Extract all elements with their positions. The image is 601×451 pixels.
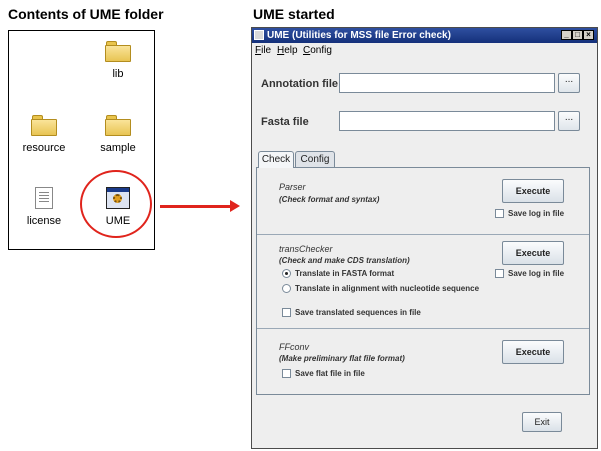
arrow-line bbox=[160, 205, 230, 208]
ffconv-execute-button[interactable]: Execute bbox=[502, 340, 564, 364]
highlight-circle bbox=[80, 170, 152, 238]
file-label: lib bbox=[112, 68, 124, 80]
menu-help[interactable]: Help bbox=[277, 45, 298, 56]
annotation-browse-button[interactable]: ... bbox=[558, 73, 580, 93]
parser-desc: (Check format and syntax) bbox=[279, 195, 380, 204]
file-item-lib[interactable]: lib bbox=[83, 41, 153, 80]
folder-contents-heading: Contents of UME folder bbox=[8, 6, 164, 22]
fasta-browse-button[interactable]: ... bbox=[558, 111, 580, 131]
folder-icon bbox=[105, 41, 131, 62]
folder-icon bbox=[31, 115, 57, 136]
file-label: resource bbox=[22, 142, 66, 154]
ffconv-title: FFconv bbox=[279, 342, 310, 352]
ffconv-desc: (Make preliminary flat file format) bbox=[279, 354, 405, 363]
file-item-license[interactable]: license bbox=[9, 187, 79, 227]
ume-window: UME (Utilities for MSS file Error check)… bbox=[251, 27, 598, 449]
folder-icon bbox=[105, 115, 131, 136]
fasta-file-input[interactable] bbox=[339, 111, 555, 131]
menu-config[interactable]: Config bbox=[303, 45, 332, 56]
save-translated-checkbox[interactable] bbox=[282, 308, 291, 317]
parser-save-log-label: Save log in file bbox=[508, 209, 565, 218]
save-translated-label: Save translated sequences in file bbox=[295, 308, 421, 317]
check-tab-panel: Parser (Check format and syntax) Execute… bbox=[256, 167, 590, 395]
section-divider bbox=[257, 328, 589, 329]
document-icon bbox=[35, 187, 53, 209]
translate-fasta-radio[interactable] bbox=[282, 269, 291, 278]
transchecker-execute-button[interactable]: Execute bbox=[502, 241, 564, 265]
maximize-button[interactable]: □ bbox=[572, 30, 583, 40]
menu-file[interactable]: File bbox=[255, 45, 271, 56]
file-item-sample[interactable]: sample bbox=[83, 115, 153, 154]
translate-fasta-label: Translate in FASTA format bbox=[295, 269, 395, 278]
parser-save-log-checkbox[interactable] bbox=[495, 209, 504, 218]
close-button[interactable]: × bbox=[583, 30, 594, 40]
file-label: sample bbox=[100, 142, 136, 154]
arrow-head-icon bbox=[230, 200, 240, 212]
app-icon bbox=[254, 30, 264, 40]
parser-execute-button[interactable]: Execute bbox=[502, 179, 564, 203]
parser-title: Parser bbox=[279, 182, 306, 192]
transchecker-desc: (Check and make CDS translation) bbox=[279, 256, 410, 265]
transchecker-save-log-label: Save log in file bbox=[508, 269, 565, 278]
section-divider bbox=[257, 234, 589, 235]
file-item-resource[interactable]: resource bbox=[9, 115, 79, 154]
title-bar[interactable]: UME (Utilities for MSS file Error check)… bbox=[252, 28, 597, 43]
file-label: license bbox=[26, 215, 62, 227]
menu-bar: File Help Config bbox=[252, 44, 597, 58]
minimize-button[interactable]: _ bbox=[561, 30, 572, 40]
transchecker-save-log-checkbox[interactable] bbox=[495, 269, 504, 278]
save-flat-label: Save flat file in file bbox=[295, 369, 365, 378]
ume-started-heading: UME started bbox=[253, 6, 335, 22]
save-flat-checkbox[interactable] bbox=[282, 369, 291, 378]
transchecker-title: transChecker bbox=[279, 244, 333, 254]
translate-alignment-radio[interactable] bbox=[282, 284, 291, 293]
fasta-file-label: Fasta file bbox=[261, 116, 309, 128]
annotation-file-label: Annotation file bbox=[261, 78, 338, 90]
window-title: UME (Utilities for MSS file Error check) bbox=[267, 30, 451, 41]
translate-alignment-label: Translate in alignment with nucleotide s… bbox=[295, 284, 480, 293]
tab-config[interactable]: Config bbox=[295, 151, 335, 167]
annotation-file-input[interactable] bbox=[339, 73, 555, 93]
tab-check[interactable]: Check bbox=[258, 151, 294, 168]
exit-button[interactable]: Exit bbox=[522, 412, 562, 432]
